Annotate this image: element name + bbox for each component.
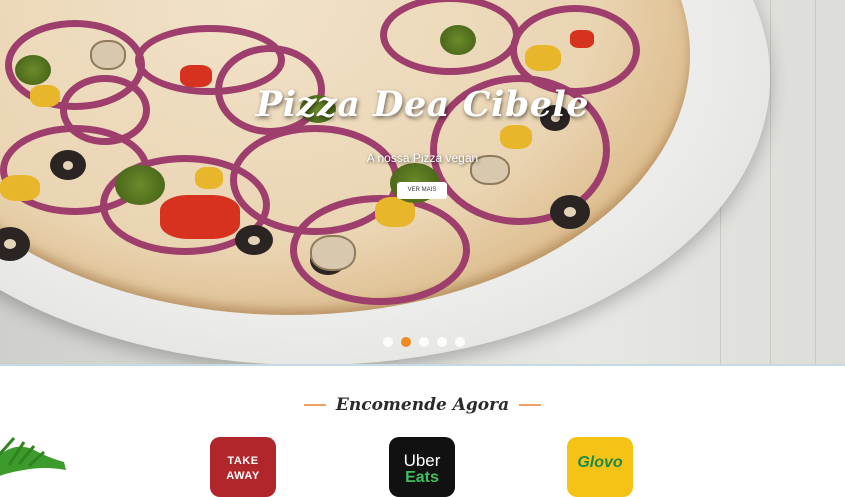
herb-decoration-icon [0, 437, 66, 476]
uber-eats-line1: Uber [403, 451, 441, 470]
take-away-line2: AWAY [226, 470, 260, 482]
slider-dot-5[interactable] [455, 337, 465, 347]
title-line-left [303, 404, 326, 406]
title-line-right [519, 404, 542, 406]
take-away-button[interactable]: TAKE AWAY [210, 437, 276, 497]
glovo-label: Glovo [577, 454, 623, 471]
glovo-button[interactable]: Glovo [567, 437, 633, 497]
slider-dot-3[interactable] [419, 337, 429, 347]
uber-eats-button[interactable]: Uber Eats [389, 437, 455, 497]
slider-dot-2[interactable] [401, 337, 411, 347]
hero-title: Pizza Dea Cibele [255, 84, 590, 125]
order-section-header: Encomende Agora [0, 395, 845, 415]
slider-dot-4[interactable] [437, 337, 447, 347]
slider-dots [383, 337, 465, 347]
hero-subtitle: A nossa Pizza vegan [366, 151, 479, 165]
take-away-line1: TAKE [227, 455, 259, 467]
ver-mais-button[interactable]: VER MAIS [397, 182, 447, 199]
slider-dot-1[interactable] [383, 337, 393, 347]
section-divider [0, 364, 845, 366]
uber-eats-line2: Eats [405, 469, 439, 486]
hero-slider: Pizza Dea Cibele A nossa Pizza vegan VER… [0, 0, 845, 364]
order-section-title: Encomende Agora [335, 395, 510, 415]
